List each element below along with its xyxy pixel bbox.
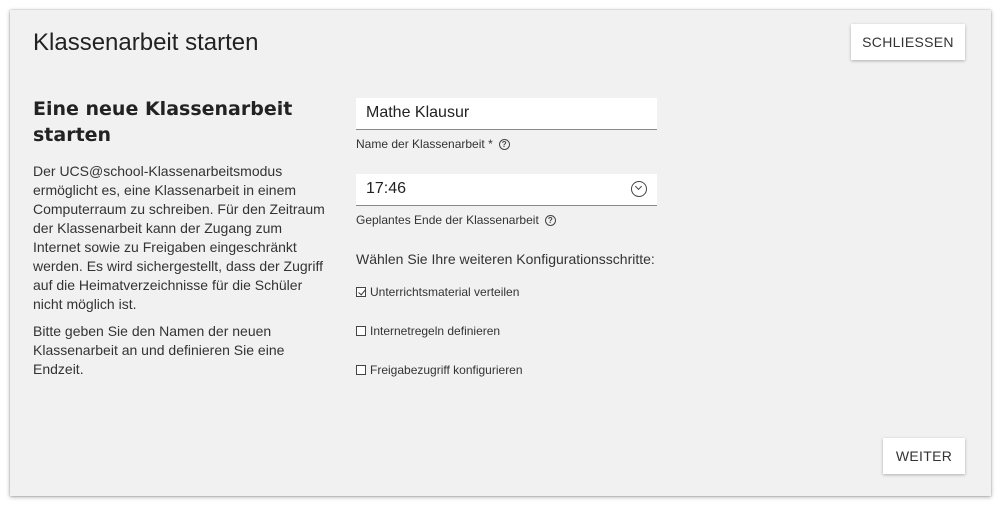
option-share-access[interactable]: Freigabezugriff konfigurieren xyxy=(356,363,657,377)
end-time-field[interactable] xyxy=(356,174,657,206)
exam-name-label: Name der Klassenarbeit * xyxy=(356,137,493,151)
exam-start-dialog: Klassenarbeit starten SCHLIESSEN Eine ne… xyxy=(10,10,991,496)
form-section: Name der Klassenarbeit * ? Geplantes End… xyxy=(356,98,657,377)
exam-name-field[interactable] xyxy=(356,98,657,130)
intro-section: Eine neue Klassenarbeit starten Der UCS@… xyxy=(33,96,328,387)
exam-name-label-row: Name der Klassenarbeit * ? xyxy=(356,136,657,152)
option-label: Freigabezugriff konfigurieren xyxy=(370,363,523,377)
end-time-label-row: Geplantes Ende der Klassenarbeit ? xyxy=(356,212,657,228)
intro-instructions: Bitte geben Sie den Namen der neuen Klas… xyxy=(33,323,285,377)
question-circle-icon[interactable]: ? xyxy=(498,138,510,150)
checkbox-distribute-material[interactable] xyxy=(356,287,366,297)
checkbox-share-access[interactable] xyxy=(356,365,366,375)
checkbox-internet-rules[interactable] xyxy=(356,326,366,336)
option-internet-rules[interactable]: Internetregeln definieren xyxy=(356,324,657,338)
section-heading: Eine neue Klassenarbeit starten xyxy=(33,98,293,146)
config-steps-title: Wählen Sie Ihre weiteren Konfigurationss… xyxy=(356,251,655,267)
close-button[interactable]: SCHLIESSEN xyxy=(851,24,965,60)
dialog-title: Klassenarbeit starten xyxy=(33,29,259,56)
option-label: Internetregeln definieren xyxy=(370,324,501,338)
exam-name-input[interactable] xyxy=(366,104,626,122)
next-button[interactable]: WEITER xyxy=(883,438,965,474)
option-label: Unterrichtsmaterial verteilen xyxy=(370,285,520,299)
chevron-down-circle-icon[interactable] xyxy=(631,181,647,197)
option-distribute-material[interactable]: Unterrichtsmaterial verteilen xyxy=(356,285,657,299)
question-circle-icon[interactable]: ? xyxy=(544,214,556,226)
end-time-label: Geplantes Ende der Klassenarbeit xyxy=(356,213,539,227)
end-time-input[interactable] xyxy=(366,180,626,198)
intro-description: Der UCS@school-Klassenarbeitsmodus ermög… xyxy=(33,163,325,312)
